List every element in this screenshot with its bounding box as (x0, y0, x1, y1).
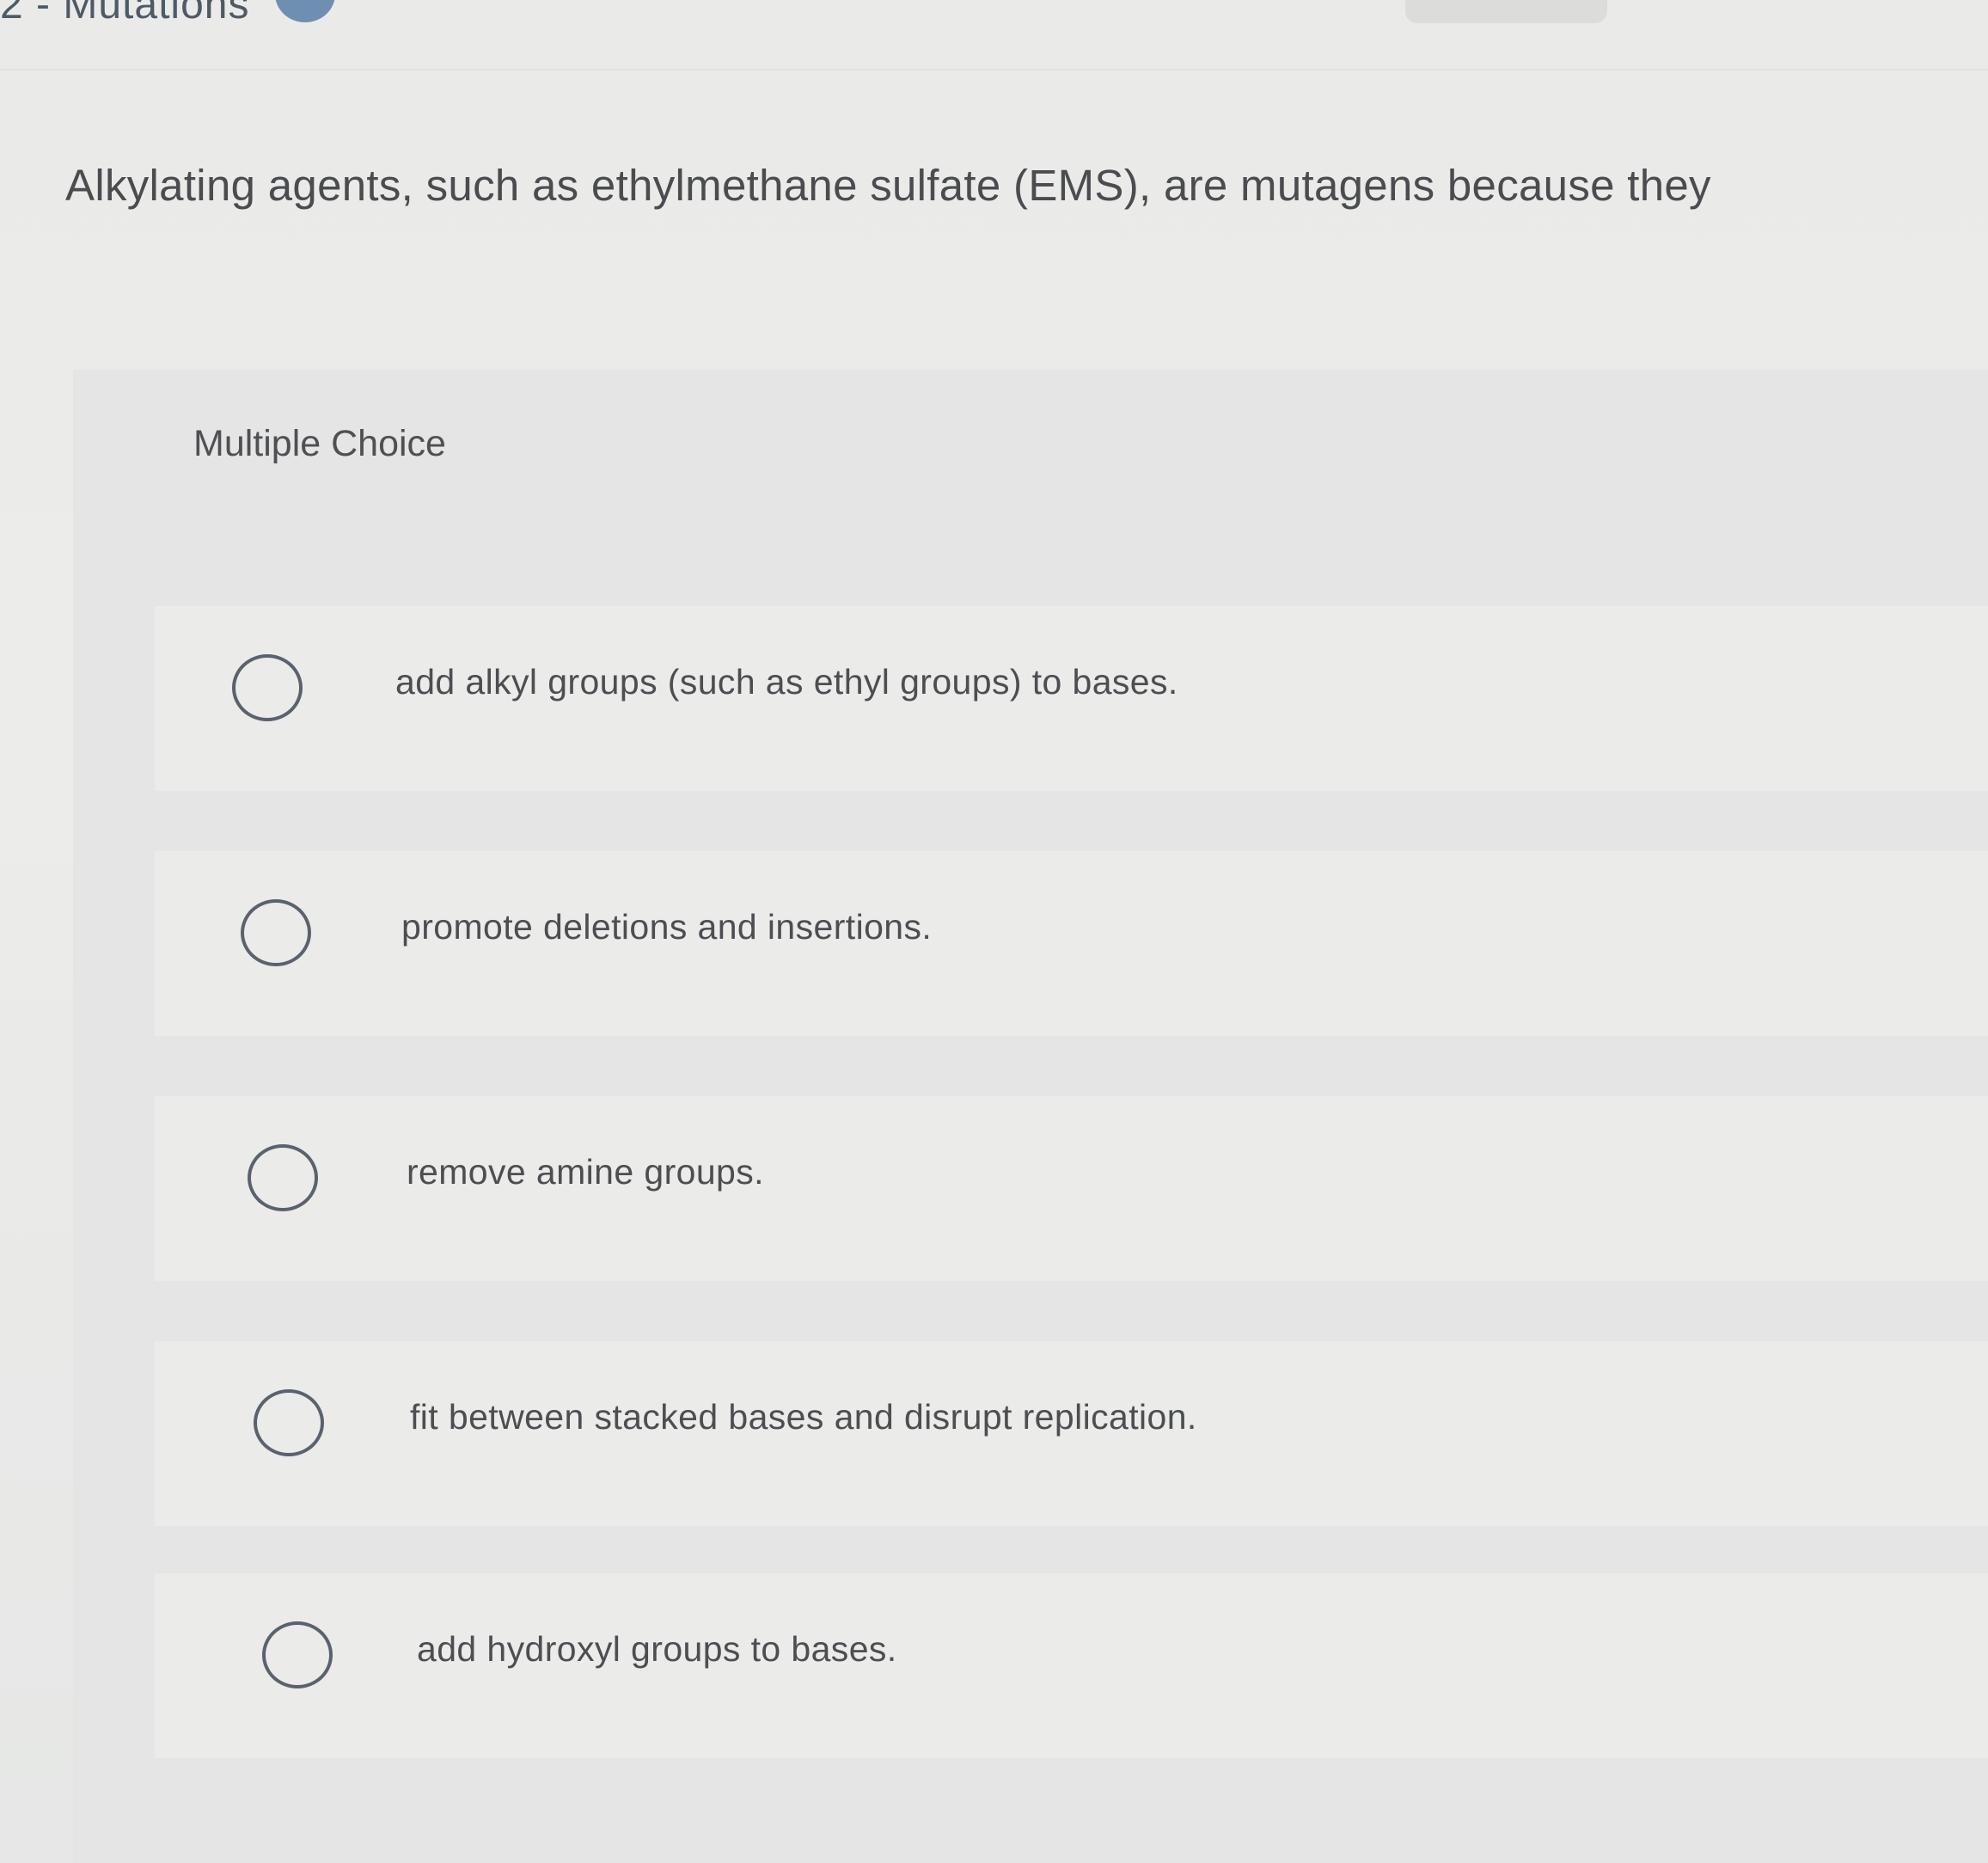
radio-button[interactable] (232, 654, 303, 721)
radio-button[interactable] (241, 899, 311, 966)
choice-option-5[interactable]: add hydroxyl groups to bases. (155, 1573, 1988, 1758)
choice-label[interactable]: fit between stacked bases and disrupt re… (410, 1397, 1197, 1437)
radio-button[interactable] (262, 1621, 333, 1688)
answer-panel: Multiple Choice add alkyl groups (such a… (73, 370, 1988, 1863)
choice-option-4[interactable]: fit between stacked bases and disrupt re… (155, 1341, 1988, 1526)
choice-option-1[interactable]: add alkyl groups (such as ethyl groups) … (155, 606, 1988, 791)
question-prompt: Alkylating agents, such as ethylmethane … (65, 161, 1711, 210)
radio-button[interactable] (254, 1389, 324, 1456)
choice-label[interactable]: add alkyl groups (such as ethyl groups) … (395, 662, 1178, 702)
assignment-title: 2 - Mutations (0, 0, 250, 28)
choice-option-2[interactable]: promote deletions and insertions. (155, 851, 1988, 1036)
question-type-label: Multiple Choice (193, 423, 446, 464)
top-bar: 2 - Mutations (0, 0, 1988, 70)
choice-label[interactable]: add hydroxyl groups to bases. (417, 1629, 897, 1670)
top-right-button[interactable] (1405, 0, 1607, 23)
choice-label[interactable]: remove amine groups. (407, 1152, 764, 1192)
choice-label[interactable]: promote deletions and insertions. (401, 907, 932, 947)
info-icon[interactable] (275, 0, 335, 22)
choice-option-3[interactable]: remove amine groups. (155, 1096, 1988, 1281)
radio-button[interactable] (248, 1144, 318, 1211)
